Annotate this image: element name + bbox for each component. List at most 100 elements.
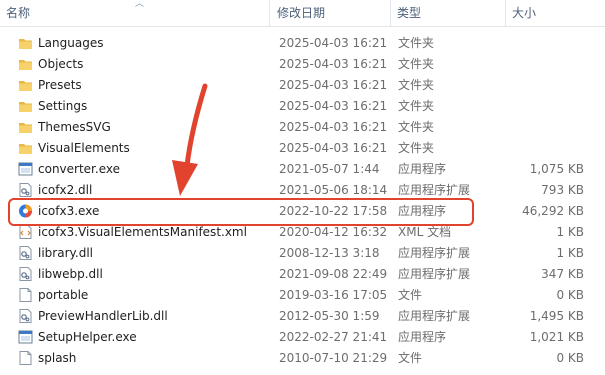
file-row[interactable]: icofx3.exe 2022-10-22 17:58 应用程序 46,292 KB — [0, 201, 605, 222]
file-name: icofx3.VisualElementsManifest.xml — [38, 225, 247, 239]
file-modified-date: 2022-10-22 17:58 — [279, 204, 388, 218]
file-type: 应用程序 — [398, 162, 447, 176]
file-type: 应用程序 — [398, 204, 447, 218]
dll-icon — [18, 267, 33, 281]
folder-icon — [18, 57, 33, 71]
file-row[interactable]: VisualElements 2025-04-03 16:21 文件夹 — [0, 138, 605, 159]
file-row[interactable]: PreviewHandlerLib.dll 2012-05-30 1:59 应用程序… — [0, 306, 605, 327]
file-name: ThemesSVG — [38, 120, 111, 134]
file-modified-date: 2012-05-30 1:59 — [279, 309, 380, 323]
file-name: PreviewHandlerLib.dll — [38, 309, 168, 323]
file-modified-date: 2008-12-13 3:18 — [279, 246, 380, 260]
folder-icon — [18, 141, 33, 155]
file-name: Objects — [38, 57, 84, 71]
file-size: 46,292 KB — [522, 204, 584, 218]
file-list: Languages 2025-04-03 16:21 文件夹 Objects 2025-… — [0, 33, 605, 369]
column-type-label: 类型 — [397, 6, 422, 20]
file-modified-date: 2020-04-12 16:32 — [279, 225, 388, 239]
file-size: 0 KB — [556, 351, 584, 365]
file-name: libwebp.dll — [38, 267, 103, 281]
file-type: 文件夹 — [398, 36, 435, 50]
file-type: 应用程序扩展 — [398, 246, 471, 260]
file-modified-date: 2019-03-16 17:05 — [279, 288, 388, 302]
file-name: SetupHelper.exe — [38, 330, 137, 344]
file-modified-date: 2025-04-03 16:21 — [279, 78, 388, 92]
file-size: 0 KB — [556, 288, 584, 302]
exe-icon — [18, 330, 33, 344]
file-name: VisualElements — [38, 141, 130, 155]
file-row[interactable]: Settings 2025-04-03 16:21 文件夹 — [0, 96, 605, 117]
file-modified-date: 2010-07-10 21:29 — [279, 351, 388, 365]
file-type: 文件 — [398, 351, 423, 365]
icofx-app-icon — [18, 204, 33, 218]
file-type: 应用程序 — [398, 330, 447, 344]
file-row[interactable]: splash 2010-07-10 21:29 文件 0 KB — [0, 348, 605, 369]
file-row[interactable]: SetupHelper.exe 2022-02-27 21:41 应用程序 1,021… — [0, 327, 605, 348]
folder-icon — [18, 78, 33, 92]
file-modified-date: 2021-05-07 1:44 — [279, 162, 380, 176]
file-type: 文件夹 — [398, 78, 435, 92]
file-name: library.dll — [38, 246, 93, 260]
folder-icon — [18, 120, 33, 134]
column-name-label: 名称 — [6, 6, 31, 20]
file-row[interactable]: converter.exe 2021-05-07 1:44 应用程序 1,075 KB — [0, 159, 605, 180]
file-icon — [18, 288, 33, 302]
dll-icon — [18, 183, 33, 197]
exe-icon — [18, 162, 33, 176]
file-modified-date: 2021-09-08 22:49 — [279, 267, 388, 281]
file-modified-date: 2025-04-03 16:21 — [279, 57, 388, 71]
file-type: 应用程序扩展 — [398, 309, 471, 323]
file-name: converter.exe — [38, 162, 120, 176]
file-row[interactable]: libwebp.dll 2021-09-08 22:49 应用程序扩展 347 KB — [0, 264, 605, 285]
file-type: XML 文档 — [398, 225, 452, 239]
file-type: 文件夹 — [398, 141, 435, 155]
file-name: Languages — [38, 36, 104, 50]
file-size: 793 KB — [541, 183, 584, 197]
xml-icon — [18, 225, 33, 239]
column-header-type[interactable]: 类型 — [391, 0, 506, 26]
file-type: 文件夹 — [398, 99, 435, 113]
dll-icon — [18, 246, 33, 260]
file-type: 文件 — [398, 288, 423, 302]
file-modified-date: 2025-04-03 16:21 — [279, 120, 388, 134]
file-modified-date: 2021-05-06 18:14 — [279, 183, 388, 197]
file-row[interactable]: library.dll 2008-12-13 3:18 应用程序扩展 1 KB — [0, 243, 605, 264]
file-type: 文件夹 — [398, 57, 435, 71]
file-name: splash — [38, 351, 77, 365]
column-header-date[interactable]: 修改日期 — [271, 0, 391, 26]
file-icon — [18, 351, 33, 365]
sort-ascending-icon: ︿ — [135, 0, 145, 9]
file-name: icofx2.dll — [38, 183, 93, 197]
column-date-label: 修改日期 — [277, 6, 326, 20]
file-name: icofx3.exe — [38, 204, 100, 218]
file-size: 1,495 KB — [529, 309, 584, 323]
file-modified-date: 2025-04-03 16:21 — [279, 36, 388, 50]
file-row[interactable]: ThemesSVG 2025-04-03 16:21 文件夹 — [0, 117, 605, 138]
column-header-size[interactable]: 大小 — [506, 0, 605, 26]
file-row[interactable]: portable 2019-03-16 17:05 文件 0 KB — [0, 285, 605, 306]
file-row[interactable]: Presets 2025-04-03 16:21 文件夹 — [0, 75, 605, 96]
file-modified-date: 2022-02-27 21:41 — [279, 330, 388, 344]
folder-icon — [18, 36, 33, 50]
file-row[interactable]: icofx2.dll 2021-05-06 18:14 应用程序扩展 793 KB — [0, 180, 605, 201]
file-row[interactable]: Objects 2025-04-03 16:21 文件夹 — [0, 54, 605, 75]
file-type: 文件夹 — [398, 120, 435, 134]
file-modified-date: 2025-04-03 16:21 — [279, 99, 388, 113]
file-row[interactable]: Languages 2025-04-03 16:21 文件夹 — [0, 33, 605, 54]
file-name: portable — [38, 288, 89, 302]
column-size-label: 大小 — [512, 6, 537, 20]
file-name: Settings — [38, 99, 88, 113]
file-size: 347 KB — [541, 267, 584, 281]
file-name: Presets — [38, 78, 82, 92]
column-header: 名称 ︿ 修改日期 类型 大小 — [0, 0, 605, 27]
file-row[interactable]: icofx3.VisualElementsManifest.xml 2020-04… — [0, 222, 605, 243]
file-size: 1,075 KB — [529, 162, 584, 176]
file-size: 1,021 KB — [529, 330, 584, 344]
file-modified-date: 2025-04-03 16:21 — [279, 141, 388, 155]
file-type: 应用程序扩展 — [398, 267, 471, 281]
file-size: 1 KB — [556, 225, 584, 239]
dll-icon — [18, 309, 33, 323]
file-type: 应用程序扩展 — [398, 183, 471, 197]
file-size: 1 KB — [556, 246, 584, 260]
column-header-name[interactable]: 名称 ︿ — [0, 0, 270, 26]
